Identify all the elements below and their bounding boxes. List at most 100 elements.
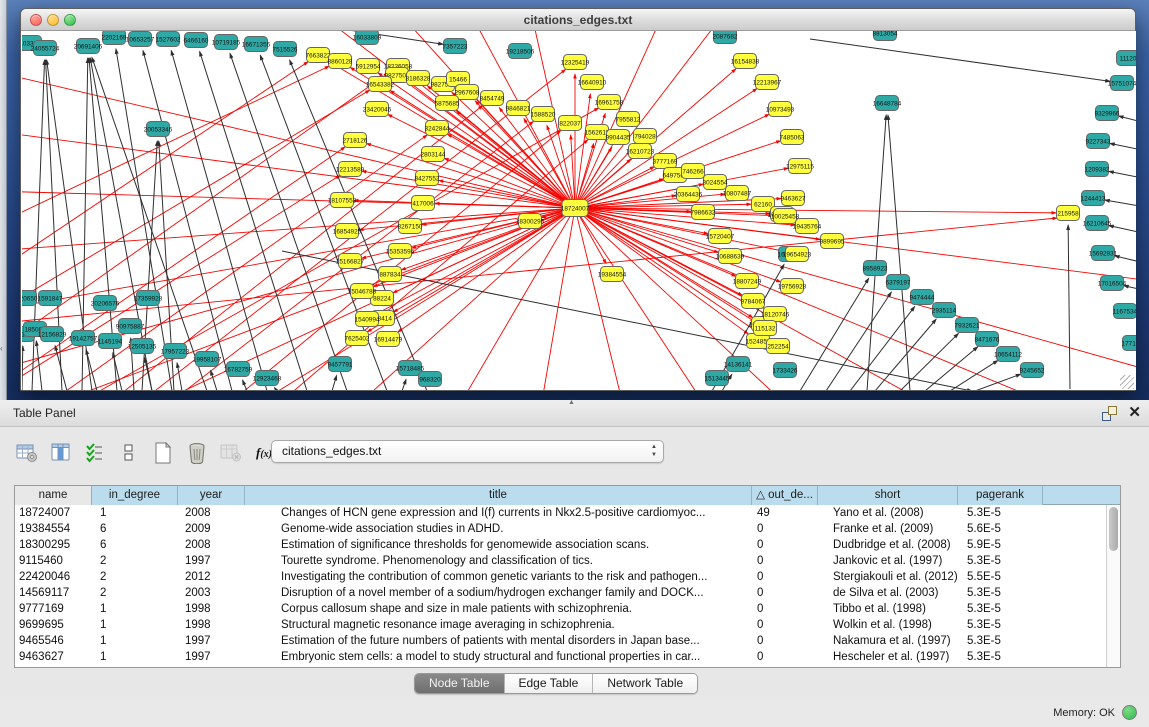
citation-edge-black[interactable]	[211, 370, 217, 390]
graph-node-7955812[interactable]: 7955812	[616, 112, 641, 127]
column-header-title[interactable]: title	[245, 486, 752, 505]
table-cell-title[interactable]: Structural magnetic resonance image aver…	[245, 617, 752, 633]
graph-node-7932621[interactable]: 7932621	[955, 318, 980, 333]
graph-node-17016504[interactable]: 17016504	[1098, 276, 1127, 291]
graph-node-2202169[interactable]: 2202169	[102, 31, 127, 45]
graph-node-887834[interactable]: 887834	[379, 267, 402, 282]
table-row[interactable]: 969969511998Structural magnetic resonanc…	[15, 617, 1106, 633]
table-cell-in_degree[interactable]: 1	[92, 601, 178, 617]
table-row[interactable]: 977716911998Corpus callosum shape and si…	[15, 601, 1106, 617]
graph-node-9474444[interactable]: 9474444	[910, 290, 935, 305]
table-selector-dropdown[interactable]: citations_edges.txt ▲▼	[271, 440, 664, 463]
table-cell-name[interactable]: 18300295	[15, 537, 92, 553]
table-cell-pagerank[interactable]: 5.3E-5	[958, 649, 1043, 665]
graph-node-9846821[interactable]: 9846821	[506, 101, 531, 116]
table-cell-in_degree[interactable]: 2	[92, 553, 178, 569]
graph-node-9329966[interactable]: 9329966	[1095, 106, 1120, 121]
table-row[interactable]: 2242004622012Investigating the contribut…	[15, 569, 1106, 585]
table-cell-name[interactable]: 9115460	[15, 553, 92, 569]
table-row[interactable]: 946554611997Estimation of the future num…	[15, 633, 1106, 649]
graph-node-16961758[interactable]: 16961758	[595, 95, 624, 110]
table-cell-short[interactable]: Tibbo et al. (1998)	[818, 601, 958, 617]
table-cell-in_degree[interactable]: 6	[92, 521, 178, 537]
graph-node-3024554[interactable]: 3024554	[703, 175, 728, 190]
citation-edge-red[interactable]	[52, 135, 427, 390]
graph-node-19958107[interactable]: 19958107	[193, 352, 222, 367]
table-cell-title[interactable]: Tourette syndrome. Phenomenology and cla…	[245, 553, 752, 569]
graph-node-15046788[interactable]: 15046788	[348, 284, 377, 299]
scrollbar-thumb[interactable]	[1109, 507, 1118, 551]
function-builder-icon[interactable]: f(x)	[256, 445, 272, 461]
graph-node-9457791[interactable]: 9457791	[328, 357, 353, 372]
graph-node-90975887[interactable]: 90975887	[116, 319, 145, 334]
network-canvas[interactable]: 1033942405572420691406220216910653257152…	[22, 31, 1136, 390]
citation-edge-black[interactable]	[1105, 200, 1136, 209]
citation-edge-black[interactable]	[243, 380, 247, 390]
graph-node-23420046[interactable]: 23420046	[363, 102, 392, 117]
panel-collapse-arrow-icon[interactable]: ‹	[0, 344, 3, 353]
graph-node-15353594[interactable]: 15353594	[386, 244, 415, 259]
new-table-icon[interactable]	[150, 441, 176, 465]
table-cell-out_de[interactable]: 0	[752, 585, 818, 601]
table-cell-title[interactable]: Estimation of the future numbers of pati…	[245, 633, 752, 649]
citation-edge-black[interactable]	[888, 115, 910, 390]
table-cell-short[interactable]: Nakamura et al. (1997)	[818, 633, 958, 649]
table-cell-pagerank[interactable]: 5.5E-5	[958, 569, 1043, 585]
citation-edge-black[interactable]	[867, 115, 886, 390]
graph-node-7625402[interactable]: 7625402	[345, 331, 370, 346]
citation-edge-black[interactable]	[800, 278, 869, 390]
citation-edge-black[interactable]	[1119, 116, 1136, 126]
table-cell-year[interactable]: 1997	[178, 633, 245, 649]
table-cell-title[interactable]: Genome-wide association studies in ADHD.	[245, 521, 752, 537]
citation-edge-black[interactable]	[332, 376, 337, 390]
table-cell-title[interactable]: Corpus callosum shape and size in male p…	[245, 601, 752, 617]
table-cell-year[interactable]: 2008	[178, 505, 245, 521]
graph-node-1733426[interactable]: 1733426	[773, 363, 798, 378]
citation-edge-black[interactable]	[230, 53, 347, 390]
table-cell-year[interactable]: 1997	[178, 553, 245, 569]
table-cell-year[interactable]: 1998	[178, 601, 245, 617]
graph-node-11120[interactable]: 11120	[1117, 51, 1137, 66]
graph-node-18120746[interactable]: 18120746	[761, 307, 790, 322]
table-settings-icon[interactable]	[14, 441, 40, 465]
graph-node-24055724[interactable]: 24055724	[31, 41, 60, 56]
graph-node-19756928[interactable]: 19756928	[778, 279, 807, 294]
citation-edge-black[interactable]	[1109, 226, 1136, 236]
graph-node-9904435[interactable]: 9904435	[606, 130, 631, 145]
graph-node-822037[interactable]: 822037	[559, 116, 582, 131]
window-resize-grip[interactable]	[1120, 375, 1134, 389]
network-window[interactable]: citations_edges.txt 10339424055724206914…	[20, 8, 1136, 391]
table-cell-in_degree[interactable]: 2	[92, 585, 178, 601]
citation-edge-red[interactable]	[575, 208, 1042, 390]
table-cell-year[interactable]: 2008	[178, 537, 245, 553]
table-cell-in_degree[interactable]: 1	[92, 649, 178, 665]
graph-node-3777169[interactable]: 3777169	[653, 154, 678, 169]
table-cell-year[interactable]: 2009	[178, 521, 245, 537]
graph-node-9463627[interactable]: 9463627	[781, 191, 806, 206]
table-cell-in_degree[interactable]: 6	[92, 537, 178, 553]
table-cell-pagerank[interactable]: 5.3E-5	[958, 617, 1043, 633]
graph-node-20364436[interactable]: 20364436	[674, 187, 703, 202]
graph-node-10653257[interactable]: 10653257	[126, 32, 155, 47]
graph-node-10719185[interactable]: 10719185	[212, 35, 241, 50]
table-cell-pagerank[interactable]: 5.6E-5	[958, 521, 1043, 537]
table-cell-title[interactable]: Embryonic stem cells: a model to study s…	[245, 649, 752, 665]
graph-node-6466160[interactable]: 6466160	[184, 33, 209, 48]
table-cell-out_de[interactable]: 0	[752, 521, 818, 537]
graph-node-2520650[interactable]: 2520650	[22, 291, 38, 306]
graph-node-16782759[interactable]: 16782759	[224, 362, 253, 377]
table-cell-year[interactable]: 1998	[178, 617, 245, 633]
table-cell-name[interactable]: 14569117	[15, 585, 92, 601]
table-cell-out_de[interactable]: 49	[752, 505, 818, 521]
table-cell-in_degree[interactable]: 1	[92, 633, 178, 649]
graph-node-10807487[interactable]: 10807487	[723, 186, 752, 201]
table-cell-in_degree[interactable]: 1	[92, 617, 178, 633]
table-cell-short[interactable]: Hescheler et al. (1997)	[818, 649, 958, 665]
graph-node-16648784[interactable]: 16648784	[873, 96, 902, 111]
graph-node-15751074[interactable]: 15751074	[1108, 76, 1136, 91]
table-cell-pagerank[interactable]: 5.3E-5	[958, 553, 1043, 569]
table-cell-title[interactable]: Changes of HCN gene expression and I(f) …	[245, 505, 752, 521]
graph-node-12505135[interactable]: 12505135	[128, 339, 157, 354]
table-cell-year[interactable]: 2012	[178, 569, 245, 585]
graph-node-19654923[interactable]: 19654923	[783, 247, 812, 262]
